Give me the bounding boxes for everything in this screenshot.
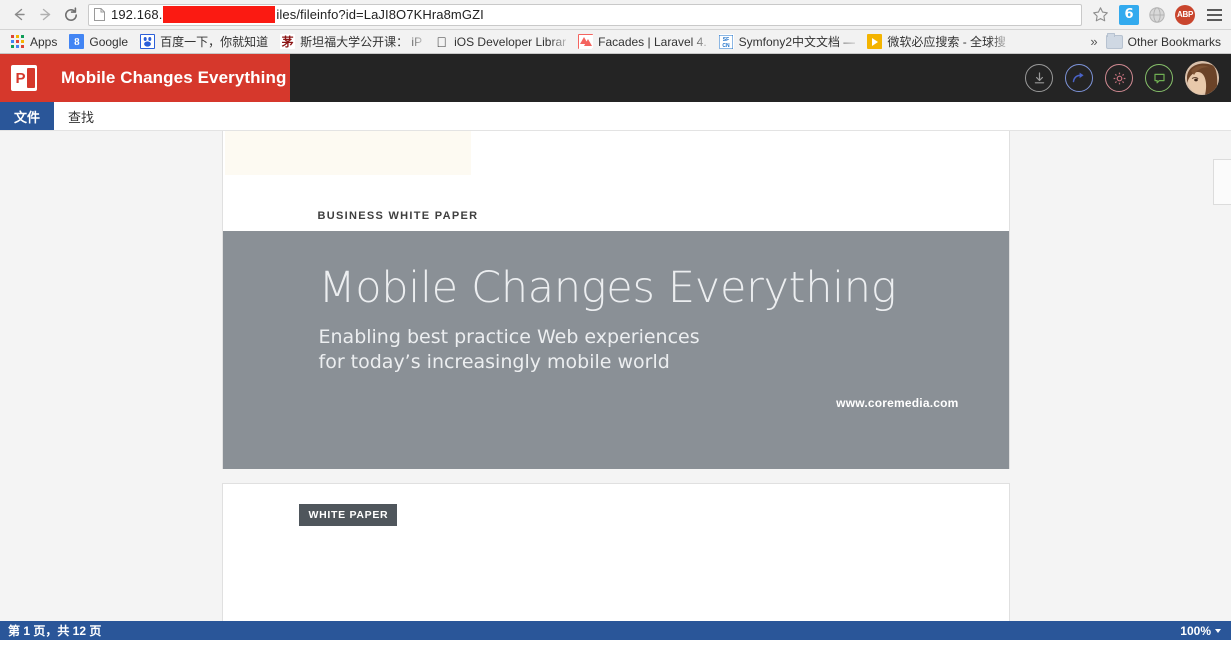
url-redaction-block [163,6,276,23]
bookmark-star-icon [1092,7,1108,22]
other-bookmarks-label: Other Bookmarks [1127,34,1221,49]
document-viewer[interactable]: BUSINESS WHITE PAPER Mobile Changes Ever… [0,131,1231,621]
other-bookmarks-folder[interactable]: Other Bookmarks [1105,32,1227,49]
hero-url: www.coremedia.com [836,396,959,410]
right-panel-edge[interactable] [1213,159,1231,205]
download-icon [1034,71,1044,83]
page-kicker: BUSINESS WHITE PAPER [317,210,479,222]
bookmark-baidu[interactable]: 百度一下，你就知道 [134,32,274,52]
menu-line [1206,18,1222,21]
bookmark-symfony[interactable]: SF CN Symfony2中文文档 — [713,31,862,52]
header-actions [1025,54,1231,102]
powerpoint-logo-wrap: P [0,65,48,91]
browser-toolbar: 192.168. iles/fileinfo?id=LaJI8O7KHra8mGZ… [0,0,1231,30]
bookmarks-overflow-button[interactable]: » [1082,34,1105,49]
gear-icon [1113,72,1125,84]
document-icon [94,8,105,21]
settings-button[interactable] [1105,64,1133,92]
svg-text:CN: CN [723,43,731,49]
globe-icon [1149,6,1165,23]
avatar[interactable] [1185,61,1219,95]
page-indicator: 第 1 页，共 12 页 [8,624,102,638]
status-bar: 第 1 页，共 12 页 100% [0,621,1231,640]
avatar-photo [1185,61,1219,95]
powerpoint-icon: P [11,65,37,91]
url-prefix: 192.168. [111,7,163,22]
download-button[interactable] [1025,64,1053,92]
folder-icon [1105,32,1123,49]
extension-globe-icon[interactable] [1147,5,1167,25]
bookmark-laravel[interactable]: Facades | Laravel 4. [572,31,713,52]
bing-icon [867,34,883,49]
comment-icon [1153,73,1165,83]
document-page-1: BUSINESS WHITE PAPER Mobile Changes Ever… [221,131,1010,469]
ribbon-tabs: 文件 查找 [0,102,1231,131]
chevron-down-icon [1215,628,1221,633]
document-scroll-container: BUSINESS WHITE PAPER Mobile Changes Ever… [0,131,1231,621]
address-bar-text: 192.168. iles/fileinfo?id=LaJI8O7KHra8mGZ… [111,6,484,23]
share-button[interactable] [1065,64,1093,92]
forward-arrow-icon [39,8,50,21]
tab-find[interactable]: 查找 [54,102,108,130]
powerpoint-logo-letter: P [15,69,26,87]
hero-banner: Mobile Changes Everything Enabling best … [222,231,1009,469]
comment-button[interactable] [1145,64,1173,92]
app-brand: P Mobile Changes Everything [0,54,290,102]
laravel-icon [578,34,594,49]
header-spacer [290,54,1025,102]
baidu-icon [140,34,156,49]
document-page-2: WHITE PAPER [221,483,1010,621]
url-suffix: iles/fileinfo?id=LaJI8O7KHra8mGZI [276,7,484,22]
hero-title: Mobile Changes Everything [318,263,897,313]
back-button[interactable] [6,2,32,28]
bookmark-label: Facades | Laravel 4. [598,34,707,49]
bookmark-star-button[interactable] [1088,3,1112,27]
share-arrow-icon [1072,72,1084,83]
bookmark-label: Google [89,34,129,49]
bookmarks-bar: Apps 8 Google 百度一下，你就知道 茅 斯坦福大学公开课： iP … [0,30,1231,54]
zoom-control[interactable]: 100% [1180,624,1221,638]
menu-line [1206,13,1222,16]
menu-line [1206,8,1222,11]
hero-subtitle: Enabling best practice Web experiences f… [318,326,700,373]
extension-blue-icon[interactable]: 6 [1119,4,1139,25]
bookmark-label: 微软必应搜索 - 全球搜 [887,35,1007,49]
bookmark-google[interactable]: 8 Google [63,32,134,52]
chrome-menu-icon[interactable] [1203,4,1225,26]
apple-icon:  [434,34,449,49]
bookmark-ios-dev[interactable]:  iOS Developer Librar [428,31,573,52]
bookmark-label: 百度一下，你就知道 [160,35,269,49]
bookmark-label: Symfony2中文文档 — [738,35,856,49]
forward-button[interactable] [32,2,58,28]
reload-button[interactable] [58,2,84,28]
bookmark-label: iOS Developer Librar [454,34,567,49]
page-title: Mobile Changes Everything [61,68,287,87]
back-arrow-icon [14,8,25,21]
bookmark-stanford[interactable]: 茅 斯坦福大学公开课： iP [274,31,429,52]
app-header: P Mobile Changes Everything [0,54,1231,102]
page-watermark-block [224,131,471,175]
reload-icon [65,6,77,21]
bookmark-apps[interactable]: Apps [4,32,63,52]
bookmark-bing[interactable]: 微软必应搜索 - 全球搜 [861,31,1012,52]
apps-grid-icon [10,34,25,49]
bookmark-label: Apps [30,34,58,49]
stanford-icon: 茅 [280,34,296,49]
adblock-plus-icon[interactable]: ABP [1175,4,1195,25]
address-bar[interactable]: 192.168. iles/fileinfo?id=LaJI8O7KHra8mGZ… [88,3,1082,26]
zoom-level-label: 100% [1180,623,1211,638]
tab-file[interactable]: 文件 [0,102,55,130]
white-paper-badge: WHITE PAPER [298,504,398,526]
google-icon: 8 [69,34,85,49]
symfony-icon: SF CN [718,34,734,49]
bookmark-label: 斯坦福大学公开课： iP [300,35,423,49]
